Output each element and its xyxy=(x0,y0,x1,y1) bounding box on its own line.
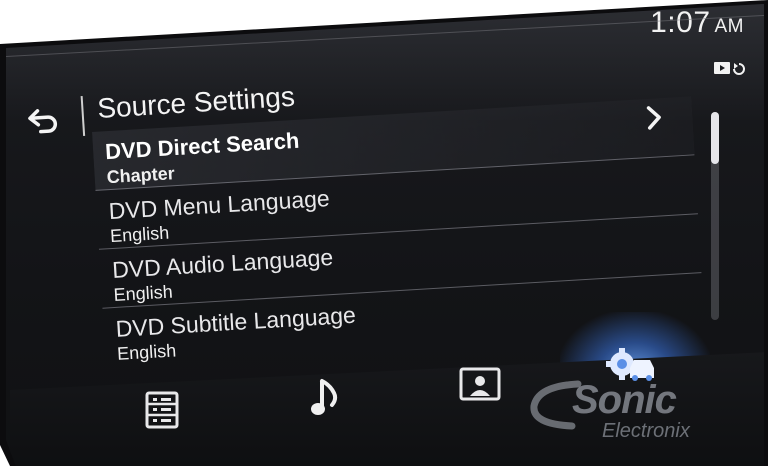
list-item-title: DVD Menu Language xyxy=(107,185,331,225)
list-item-value: English xyxy=(116,340,177,364)
chevron-right-icon xyxy=(643,102,667,133)
clock-time: 1:07 xyxy=(650,6,711,39)
scrollbar-thumb[interactable] xyxy=(711,112,719,164)
brand-watermark: Sonic Electronix xyxy=(528,376,748,446)
list-icon xyxy=(145,391,179,429)
back-arrow-icon xyxy=(28,109,58,134)
list-item-value: English xyxy=(113,281,174,305)
page-title: Source Settings xyxy=(96,80,296,125)
photo-stage: 1:07 AM Source Settings DVD Direct Searc… xyxy=(0,0,768,466)
nav-music-button[interactable] xyxy=(296,370,356,426)
scrollbar-track[interactable] xyxy=(711,112,719,320)
list-item-value: English xyxy=(109,222,170,247)
watermark-sub: Electronix xyxy=(602,420,690,442)
clock: 1:07 AM xyxy=(650,6,744,40)
list-item-title: DVD Direct Search xyxy=(104,127,301,165)
list-item-value: Chapter xyxy=(106,163,176,188)
contact-card-icon xyxy=(459,367,501,401)
nav-contacts-button[interactable] xyxy=(450,356,510,412)
list-item-title: DVD Audio Language xyxy=(111,243,334,284)
watermark-brand: Sonic xyxy=(572,378,677,422)
back-button[interactable] xyxy=(23,99,65,141)
music-note-icon xyxy=(311,379,338,415)
clock-ampm: AM xyxy=(714,16,744,37)
header-divider xyxy=(80,95,86,137)
nav-list-button[interactable] xyxy=(132,382,192,438)
list-item-title: DVD Subtitle Language xyxy=(114,301,357,342)
